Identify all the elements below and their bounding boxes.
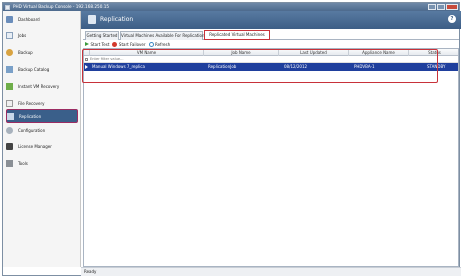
toolbar: Start Test Start Failover Refresh [83,40,459,48]
sidebar-item-label: Tools [18,160,28,166]
table-row[interactable]: Manual Windows 7_replica ReplicationJob … [84,63,458,71]
backup-icon [6,48,13,56]
filter-icon [85,58,88,61]
help-icon[interactable]: ? [448,15,456,23]
cell-status: STANDBY [427,64,446,69]
sidebar-item-label: Jobs [18,32,27,38]
catalog-icon [6,65,13,73]
column-job-name[interactable]: Job Name [204,49,279,56]
filter-row[interactable]: Enter filter value... [84,56,458,63]
refresh-button[interactable]: Refresh [148,41,171,47]
tab-available-vms[interactable]: Virtual Machines Available For Replicati… [120,31,204,40]
cell-last-updated: 08/12/2012 [284,64,308,69]
sidebar-item-backup[interactable]: Backup [6,46,78,58]
app-window: PHD Virtual Backup Console - 192.168.250… [2,2,461,276]
sidebar-item-label: Instant VM Recovery [18,83,60,89]
start-failover-button[interactable]: Start Failover [112,41,146,47]
sidebar-item-label: Backup Catalog [18,66,50,72]
tab-replicated-vms[interactable]: Replicated Virtual Machines [204,30,270,40]
sidebar-item-replication[interactable]: Replication [6,109,78,123]
start-test-label: Start Test [90,41,110,47]
column-status[interactable]: Status [409,49,460,56]
jobs-icon [6,31,13,39]
sidebar-item-dashboard[interactable]: Dashboard [6,13,78,25]
sidebar-item-backup-catalog[interactable]: Backup Catalog [6,63,78,75]
dashboard-icon [6,15,13,23]
configuration-icon [6,126,13,134]
tools-icon [6,159,13,167]
column-last-updated[interactable]: Last Updated [279,49,349,56]
sidebar-item-label: License Manager [18,143,52,149]
sidebar-item-tools[interactable]: Tools [6,157,78,169]
column-appliance-name[interactable]: Appliance Name [349,49,409,56]
start-test-button[interactable]: Start Test [85,42,109,47]
cell-job-name: ReplicationJob [208,64,237,69]
instant-recovery-icon [6,82,13,90]
replication-icon [7,112,14,120]
sidebar-item-instant-vm-recovery[interactable]: Instant VM Recovery [6,80,78,92]
status-text: Ready [84,269,97,274]
failover-icon [112,41,118,47]
minimize-button[interactable] [428,4,436,10]
replicated-vms-grid: VM Name Job Name Last Updated Appliance … [83,48,459,267]
refresh-label: Refresh [155,41,171,47]
license-icon [6,142,13,150]
cell-appliance-name: PHDVBA-1 [354,64,375,69]
start-failover-label: Start Failover [118,41,146,47]
file-recovery-icon [6,99,13,107]
sidebar-item-label: Backup [18,49,33,55]
maximize-button[interactable] [437,4,445,10]
tab-getting-started[interactable]: Getting Started [85,31,119,40]
sidebar-item-configuration[interactable]: Configuration [6,124,78,136]
window-controls [428,4,458,10]
title-bar: PHD Virtual Backup Console - 192.168.250… [3,3,459,11]
play-icon [85,42,89,46]
replication-icon [88,15,96,24]
refresh-icon [148,41,154,47]
sidebar-item-label: Configuration [18,127,46,133]
sidebar-item-jobs[interactable]: Jobs [6,29,78,41]
sidebar-item-file-recovery[interactable]: File Recovery [6,97,78,109]
page-header: Replication ? [81,11,461,29]
close-button[interactable] [446,4,458,10]
grid-header: VM Name Job Name Last Updated Appliance … [84,49,458,56]
sidebar: Dashboard Jobs Backup Backup Catalog Ins… [3,11,81,267]
sidebar-item-license-manager[interactable]: License Manager [6,140,78,152]
sidebar-item-label: Dashboard [18,16,40,22]
sidebar-item-label: File Recovery [18,100,45,106]
row-selector-icon [85,65,88,69]
sidebar-item-label: Replication [19,113,42,119]
status-bar: Ready [81,267,461,276]
filter-input[interactable]: Enter filter value... [90,57,124,61]
window-title: PHD Virtual Backup Console - 192.168.250… [13,4,110,9]
tab-strip: Getting Started Virtual Machines Availab… [83,29,459,40]
column-vm-name[interactable]: VM Name [90,49,204,56]
page-title: Replication [100,16,134,23]
app-icon [5,4,10,10]
cell-vm-name: Manual Windows 7_replica [92,64,145,69]
